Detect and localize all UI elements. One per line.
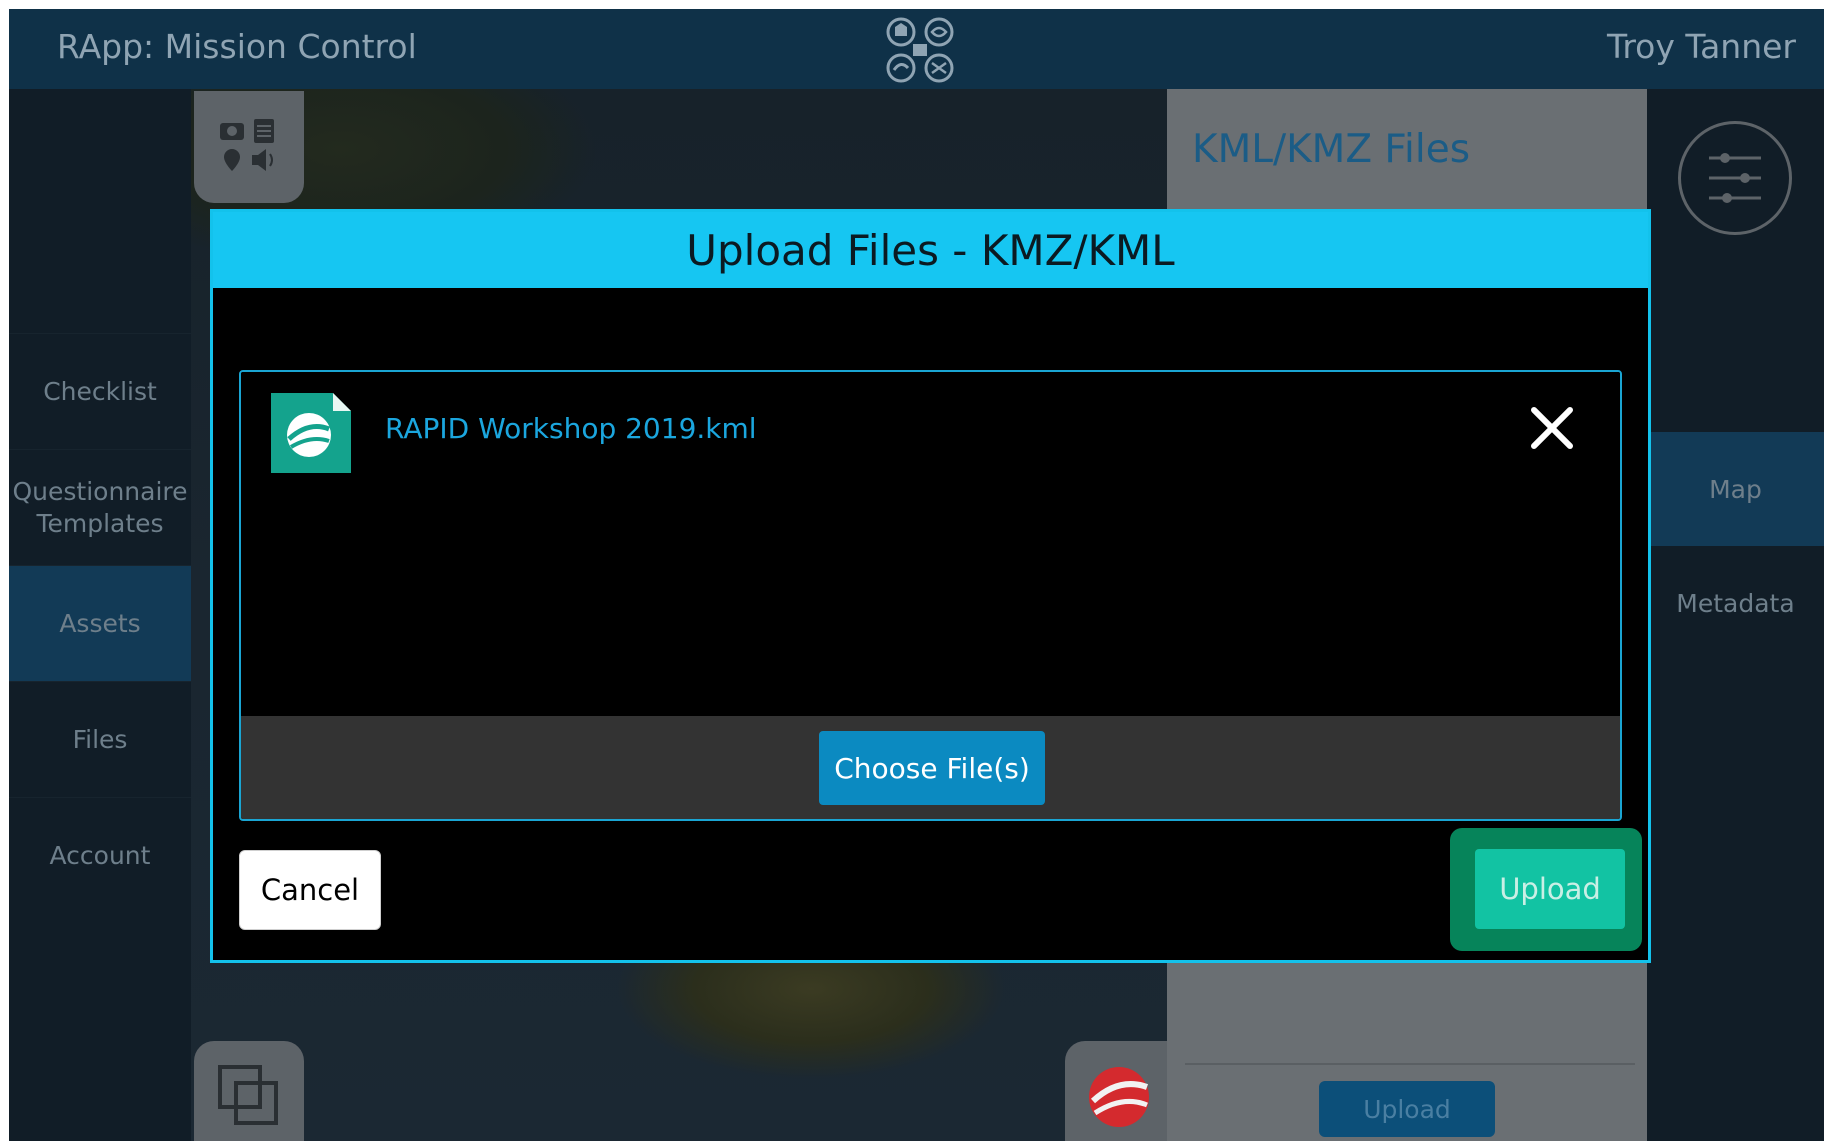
app-title: RApp: Mission Control	[57, 27, 417, 66]
tab-metadata[interactable]: Metadata	[1647, 546, 1824, 660]
panel-upload-button[interactable]: Upload	[1319, 1081, 1495, 1137]
sidebar-item-label: Assets	[59, 609, 141, 638]
list-item: RAPID Workshop 2019.kml	[241, 372, 1620, 482]
tab-label: Metadata	[1676, 588, 1795, 618]
sidebar-item-assets[interactable]: Assets	[9, 565, 191, 682]
sidebar-item-questionnaire-templates[interactable]: Questionnaire Templates	[9, 449, 191, 566]
google-earth-icon	[1089, 1067, 1149, 1127]
choose-files-button[interactable]: Choose File(s)	[819, 731, 1045, 805]
app-logo-icon	[886, 17, 954, 83]
sliders-icon	[1709, 153, 1761, 203]
sidebar-item-label: Questionnaire Templates	[12, 477, 188, 538]
google-earth-button[interactable]	[1065, 1041, 1167, 1141]
tab-label: Map	[1709, 474, 1762, 504]
upload-button[interactable]: Upload	[1475, 849, 1625, 929]
panel-divider	[1185, 1063, 1635, 1065]
map-media-tools[interactable]	[194, 91, 304, 203]
file-list: RAPID Workshop 2019.kml	[241, 372, 1620, 716]
cancel-button[interactable]: Cancel	[239, 850, 381, 930]
sidebar-item-label: Account	[49, 841, 151, 870]
map-layers-button[interactable]	[194, 1041, 304, 1141]
media-tools-icon	[220, 119, 274, 171]
modal-title: Upload Files - KMZ/KML	[213, 212, 1648, 288]
sidebar-item-files[interactable]: Files	[9, 681, 191, 798]
sidebar-item-account[interactable]: Account	[9, 797, 191, 914]
google-earth-file-icon	[271, 393, 351, 473]
user-name[interactable]: Troy Tanner	[1607, 27, 1796, 66]
close-icon[interactable]	[1526, 402, 1578, 454]
top-bar: RApp: Mission Control Troy Tanner	[9, 9, 1824, 89]
settings-button[interactable]	[1678, 121, 1792, 235]
sidebar-item-label: Checklist	[43, 377, 157, 406]
file-name: RAPID Workshop 2019.kml	[385, 412, 757, 445]
app-window: RApp: Mission Control Troy Tanner Checkl…	[9, 9, 1824, 1141]
layers-icon	[218, 1065, 278, 1125]
panel-title: KML/KMZ Files	[1192, 127, 1471, 172]
sidebar-item-checklist[interactable]: Checklist	[9, 333, 191, 450]
file-drop-area[interactable]: RAPID Workshop 2019.kml Choose File(s)	[239, 370, 1622, 821]
tab-map[interactable]: Map	[1647, 432, 1824, 546]
upload-modal: Upload Files - KMZ/KML RAPID Workshop 20…	[210, 209, 1651, 963]
sidebar-item-label: Files	[72, 725, 128, 754]
file-actions-bar: Choose File(s)	[241, 716, 1620, 819]
left-sidebar: Checklist Questionnaire Templates Assets…	[9, 89, 191, 1141]
